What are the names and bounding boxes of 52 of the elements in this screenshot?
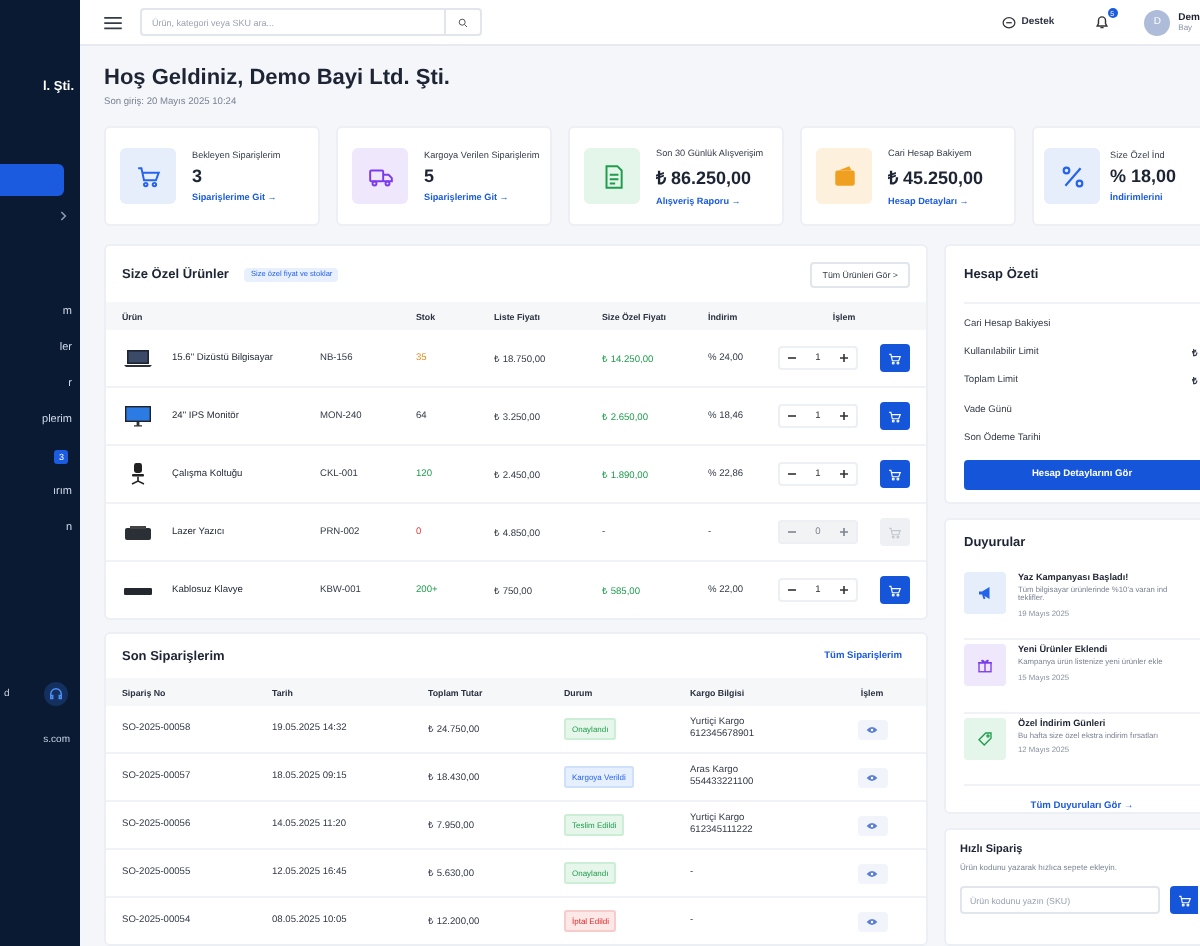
minus-icon[interactable] (786, 410, 798, 422)
view-button[interactable] (857, 719, 887, 739)
chevron-icon[interactable] (60, 210, 68, 222)
add-to-cart-button[interactable] (879, 344, 909, 372)
gift-icon (964, 644, 1006, 687)
stat-value: 3 (192, 166, 205, 186)
plus-icon[interactable] (837, 584, 850, 596)
stat-value: % 18,00 (1110, 166, 1177, 186)
wallet-icon (816, 148, 872, 204)
add-to-cart-button[interactable] (1170, 886, 1198, 914)
add-to-cart-button[interactable] (879, 460, 909, 488)
megaphone-icon (964, 571, 1006, 614)
minus-icon[interactable] (786, 468, 798, 480)
stat-value: ₺ 86.250,00 (656, 165, 754, 189)
cart-icon (887, 525, 901, 539)
add-to-cart-button[interactable] (879, 576, 909, 604)
add-to-cart-button[interactable] (879, 402, 909, 430)
welcome-title: Hoş Geldiniz, Demo Bayi Ltd. Şti. (104, 66, 452, 92)
stat-value: 5 (424, 166, 437, 186)
search-icon (458, 17, 468, 27)
cart-icon (1177, 893, 1191, 907)
printer-icon (122, 520, 154, 544)
plus-icon[interactable] (837, 352, 850, 364)
tag-icon (964, 717, 1006, 760)
stat-value: ₺ 45.250,00 (888, 165, 984, 189)
view-button[interactable] (857, 815, 887, 835)
cart-icon (887, 409, 901, 423)
bell-icon[interactable] (1094, 14, 1111, 30)
plus-icon[interactable] (837, 468, 850, 480)
eye-icon (866, 917, 878, 925)
cart-icon (887, 467, 901, 481)
truck-icon (352, 148, 408, 204)
plus-icon[interactable] (837, 410, 850, 422)
chat-icon (1001, 15, 1016, 29)
minus-icon[interactable] (786, 584, 798, 596)
menu-icon[interactable] (104, 15, 122, 29)
headset-icon[interactable] (44, 682, 68, 706)
percent-icon (1044, 148, 1100, 204)
view-button[interactable] (857, 767, 887, 787)
view-button[interactable] (857, 863, 887, 883)
minus-icon[interactable] (786, 352, 798, 364)
cart-icon (887, 583, 901, 597)
receipt-icon (584, 148, 640, 204)
eye-icon (866, 725, 878, 733)
view-button[interactable] (857, 911, 887, 931)
eye-icon (866, 821, 878, 829)
eye-icon (866, 773, 878, 781)
cart-icon (887, 351, 901, 365)
monitor-icon (122, 404, 154, 428)
eye-icon (866, 869, 878, 877)
cart-icon (120, 148, 176, 204)
laptop-icon (122, 346, 154, 370)
